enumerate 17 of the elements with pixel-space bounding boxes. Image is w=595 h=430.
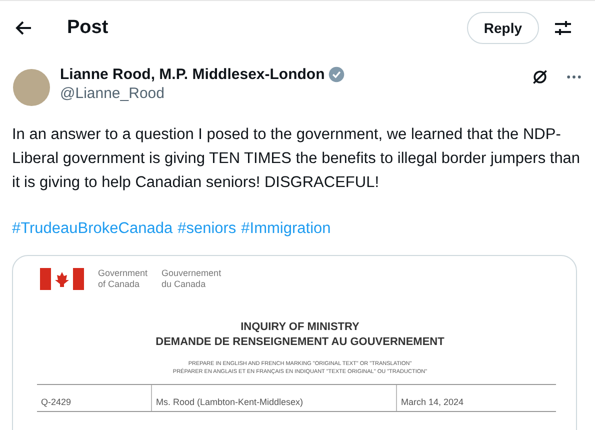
canada-flag-icon xyxy=(40,268,84,290)
reply-button[interactable]: Reply xyxy=(466,12,539,44)
page-title: Post xyxy=(67,17,110,39)
document-subtitle: DEMANDE DE RENSEIGNEMENT AU GOUVERNEMENT xyxy=(156,335,444,350)
document-image[interactable] xyxy=(12,255,577,430)
government-name: Government xyxy=(98,268,148,279)
government-name: du Canada xyxy=(162,279,207,290)
author-handle[interactable]: @Lianne_Rood xyxy=(60,85,531,102)
table-cell: Ms. Rood (Lambton-Kent-Middlesex) xyxy=(152,385,397,411)
government-name: of Canada xyxy=(98,279,141,290)
post-text: In an answer to a question I posed to the government, we learned that the NDP-Liberal government is giving TEN TIMES the benefits to illegal border jumpers than it is giving to help Canadian seniors! DISGRACEFUL! xyxy=(11,125,582,193)
document-title: INQUIRY OF MINISTRY xyxy=(240,320,360,335)
author-name[interactable]: Lianne Rood, M.P. Middlesex-London xyxy=(60,66,325,83)
table-cell: Q-2429 xyxy=(37,385,152,411)
government-name: Gouvernement xyxy=(162,268,222,279)
table-cell-text: March 14, 2024 xyxy=(400,396,465,409)
sliders-icon[interactable] xyxy=(553,18,573,38)
